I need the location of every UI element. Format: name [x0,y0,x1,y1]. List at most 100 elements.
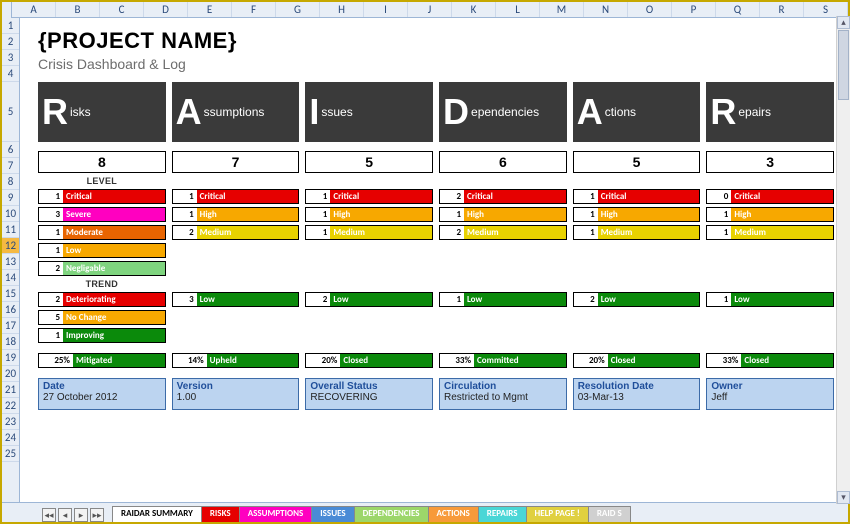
level-cell: 1High [706,207,834,222]
trend-cell: 1Low [706,292,834,307]
row-header-19[interactable]: 19 [2,350,19,366]
sheet-tab-6[interactable]: REPAIRS [478,506,527,522]
row-header-3[interactable]: 3 [2,50,19,66]
level-cell: 1Medium [573,225,701,240]
col-header-A[interactable]: A [12,2,56,17]
col-header-C[interactable]: C [100,2,144,17]
raidar-rest: epairs [738,105,771,119]
col-header-L[interactable]: L [496,2,540,17]
col-header-M[interactable]: M [540,2,584,17]
level-count: 1 [574,190,598,203]
sheet-tab-2[interactable]: ASSUMPTIONS [239,506,313,522]
row-header-23[interactable]: 23 [2,414,19,430]
col-header-E[interactable]: E [188,2,232,17]
sheet-tab-8[interactable]: RAID S [588,506,631,522]
level-cell: 3Severe [38,207,166,222]
row-header-10[interactable]: 10 [2,206,19,222]
level-cell: 1Medium [706,225,834,240]
level-label: Medium [731,226,833,239]
row-header-16[interactable]: 16 [2,302,19,318]
level-count: 1 [574,208,598,221]
raidar-bigletter: D [443,91,469,133]
level-cell: 0Critical [706,189,834,204]
status-pct: 33% [707,354,741,367]
row-header-25[interactable]: 25 [2,446,19,462]
raidar-rest: ssumptions [204,105,265,119]
sheet-tab-4[interactable]: DEPENDENCIES [354,506,429,522]
level-count: 1 [574,226,598,239]
trend-label: Improving [63,329,165,342]
col-header-K[interactable]: K [452,2,496,17]
sheet-tab-3[interactable]: ISSUES [311,506,354,522]
level-count: 1 [306,190,330,203]
row-header-11[interactable]: 11 [2,222,19,238]
select-all-corner[interactable] [2,2,12,18]
sheet-tabs-bar: ◂◂◂▸▸▸ RAIDAR SUMMARYRISKSASSUMPTIONSISS… [2,502,848,522]
level-label: Medium [598,226,700,239]
row-header-9[interactable]: 9 [2,190,19,206]
col-header-F[interactable]: F [232,2,276,17]
sheet-tab-0[interactable]: RAIDAR SUMMARY [112,506,202,522]
tab-nav-btn-1[interactable]: ◂ [58,508,72,522]
col-header-N[interactable]: N [584,2,628,17]
trend-count: 1 [39,329,63,342]
col-header-D[interactable]: D [144,2,188,17]
col-header-G[interactable]: G [276,2,320,17]
row-header-13[interactable]: 13 [2,254,19,270]
col-header-R[interactable]: R [760,2,804,17]
scroll-down-button[interactable]: ▾ [837,491,850,504]
scroll-up-button[interactable]: ▴ [837,16,850,29]
raidar-col-1: Assumptions7 1Critical1High2Medium 3Low1… [172,82,300,368]
raidar-count: 8 [38,151,166,173]
row-header-24[interactable]: 24 [2,430,19,446]
sheet-tab-7[interactable]: HELP PAGE ! [526,506,589,522]
tab-nav-btn-3[interactable]: ▸▸ [90,508,104,522]
col-header-S[interactable]: S [804,2,848,17]
row-header-4[interactable]: 4 [2,66,19,82]
level-count: 1 [707,226,731,239]
status-pct: 33% [440,354,474,367]
row-header-12[interactable]: 12 [2,238,19,254]
col-header-B[interactable]: B [56,2,100,17]
spreadsheet-grid[interactable]: {PROJECT NAME} Crisis Dashboard & Log Ri… [20,18,848,502]
row-header-14[interactable]: 14 [2,270,19,286]
row-header-6[interactable]: 6 [2,142,19,158]
level-cell: 2Critical [439,189,567,204]
status-pct: 25% [39,354,73,367]
vertical-scrollbar[interactable]: ▴ ▾ [836,16,850,504]
row-header-1[interactable]: 1 [2,18,19,34]
level-cell: 1Critical [172,189,300,204]
trend-count: 3 [173,293,197,306]
col-header-J[interactable]: J [408,2,452,17]
footer-label: Circulation [444,381,562,392]
row-header-17[interactable]: 17 [2,318,19,334]
footer-value: Restricted to Mgmt [444,392,562,403]
sheet-tab-5[interactable]: ACTIONS [428,506,479,522]
row-header-22[interactable]: 22 [2,398,19,414]
col-header-I[interactable]: I [364,2,408,17]
col-header-P[interactable]: P [672,2,716,17]
level-label: Moderate [63,226,165,239]
row-header-5[interactable]: 5 [2,82,19,142]
row-header-7[interactable]: 7 [2,158,19,174]
status-cell: 33%Committed [439,353,567,368]
raidar-bigletter: R [710,91,736,133]
status-pct: 20% [574,354,608,367]
row-header-18[interactable]: 18 [2,334,19,350]
row-header-8[interactable]: 8 [2,174,19,190]
raidar-header: Actions [573,82,701,142]
row-header-2[interactable]: 2 [2,34,19,50]
scroll-thumb[interactable] [838,30,849,100]
col-header-Q[interactable]: Q [716,2,760,17]
col-header-O[interactable]: O [628,2,672,17]
page-subtitle: Crisis Dashboard & Log [38,56,834,72]
tab-nav-btn-0[interactable]: ◂◂ [42,508,56,522]
tab-nav-btn-2[interactable]: ▸ [74,508,88,522]
row-header-15[interactable]: 15 [2,286,19,302]
row-header-21[interactable]: 21 [2,382,19,398]
trend-count: 2 [39,293,63,306]
sheet-tab-1[interactable]: RISKS [201,506,240,522]
row-header-20[interactable]: 20 [2,366,19,382]
level-label: Medium [197,226,299,239]
col-header-H[interactable]: H [320,2,364,17]
